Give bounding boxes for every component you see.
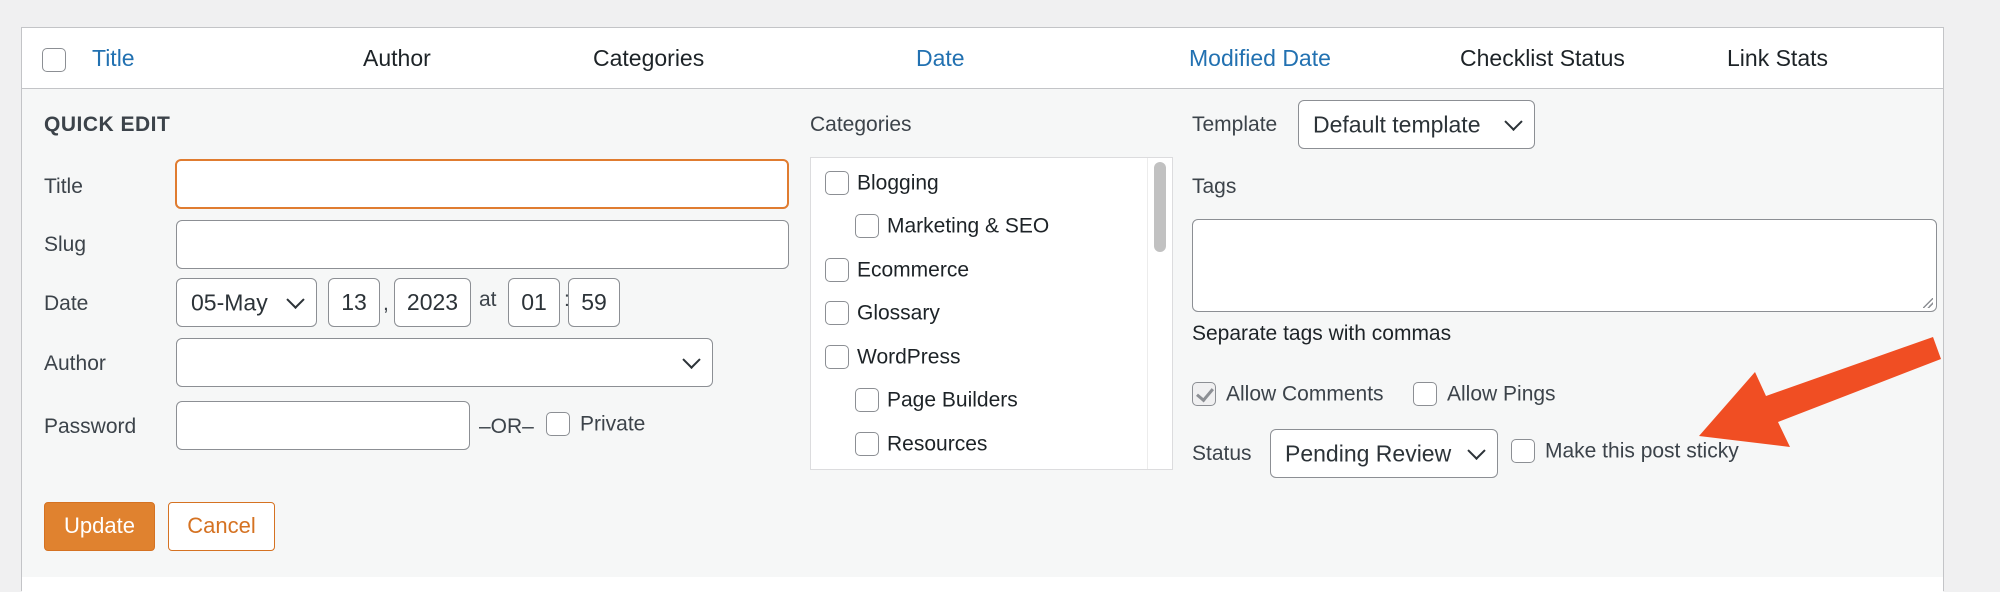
arrow-icon — [1699, 337, 1941, 447]
annotation-arrow — [1699, 337, 1941, 447]
